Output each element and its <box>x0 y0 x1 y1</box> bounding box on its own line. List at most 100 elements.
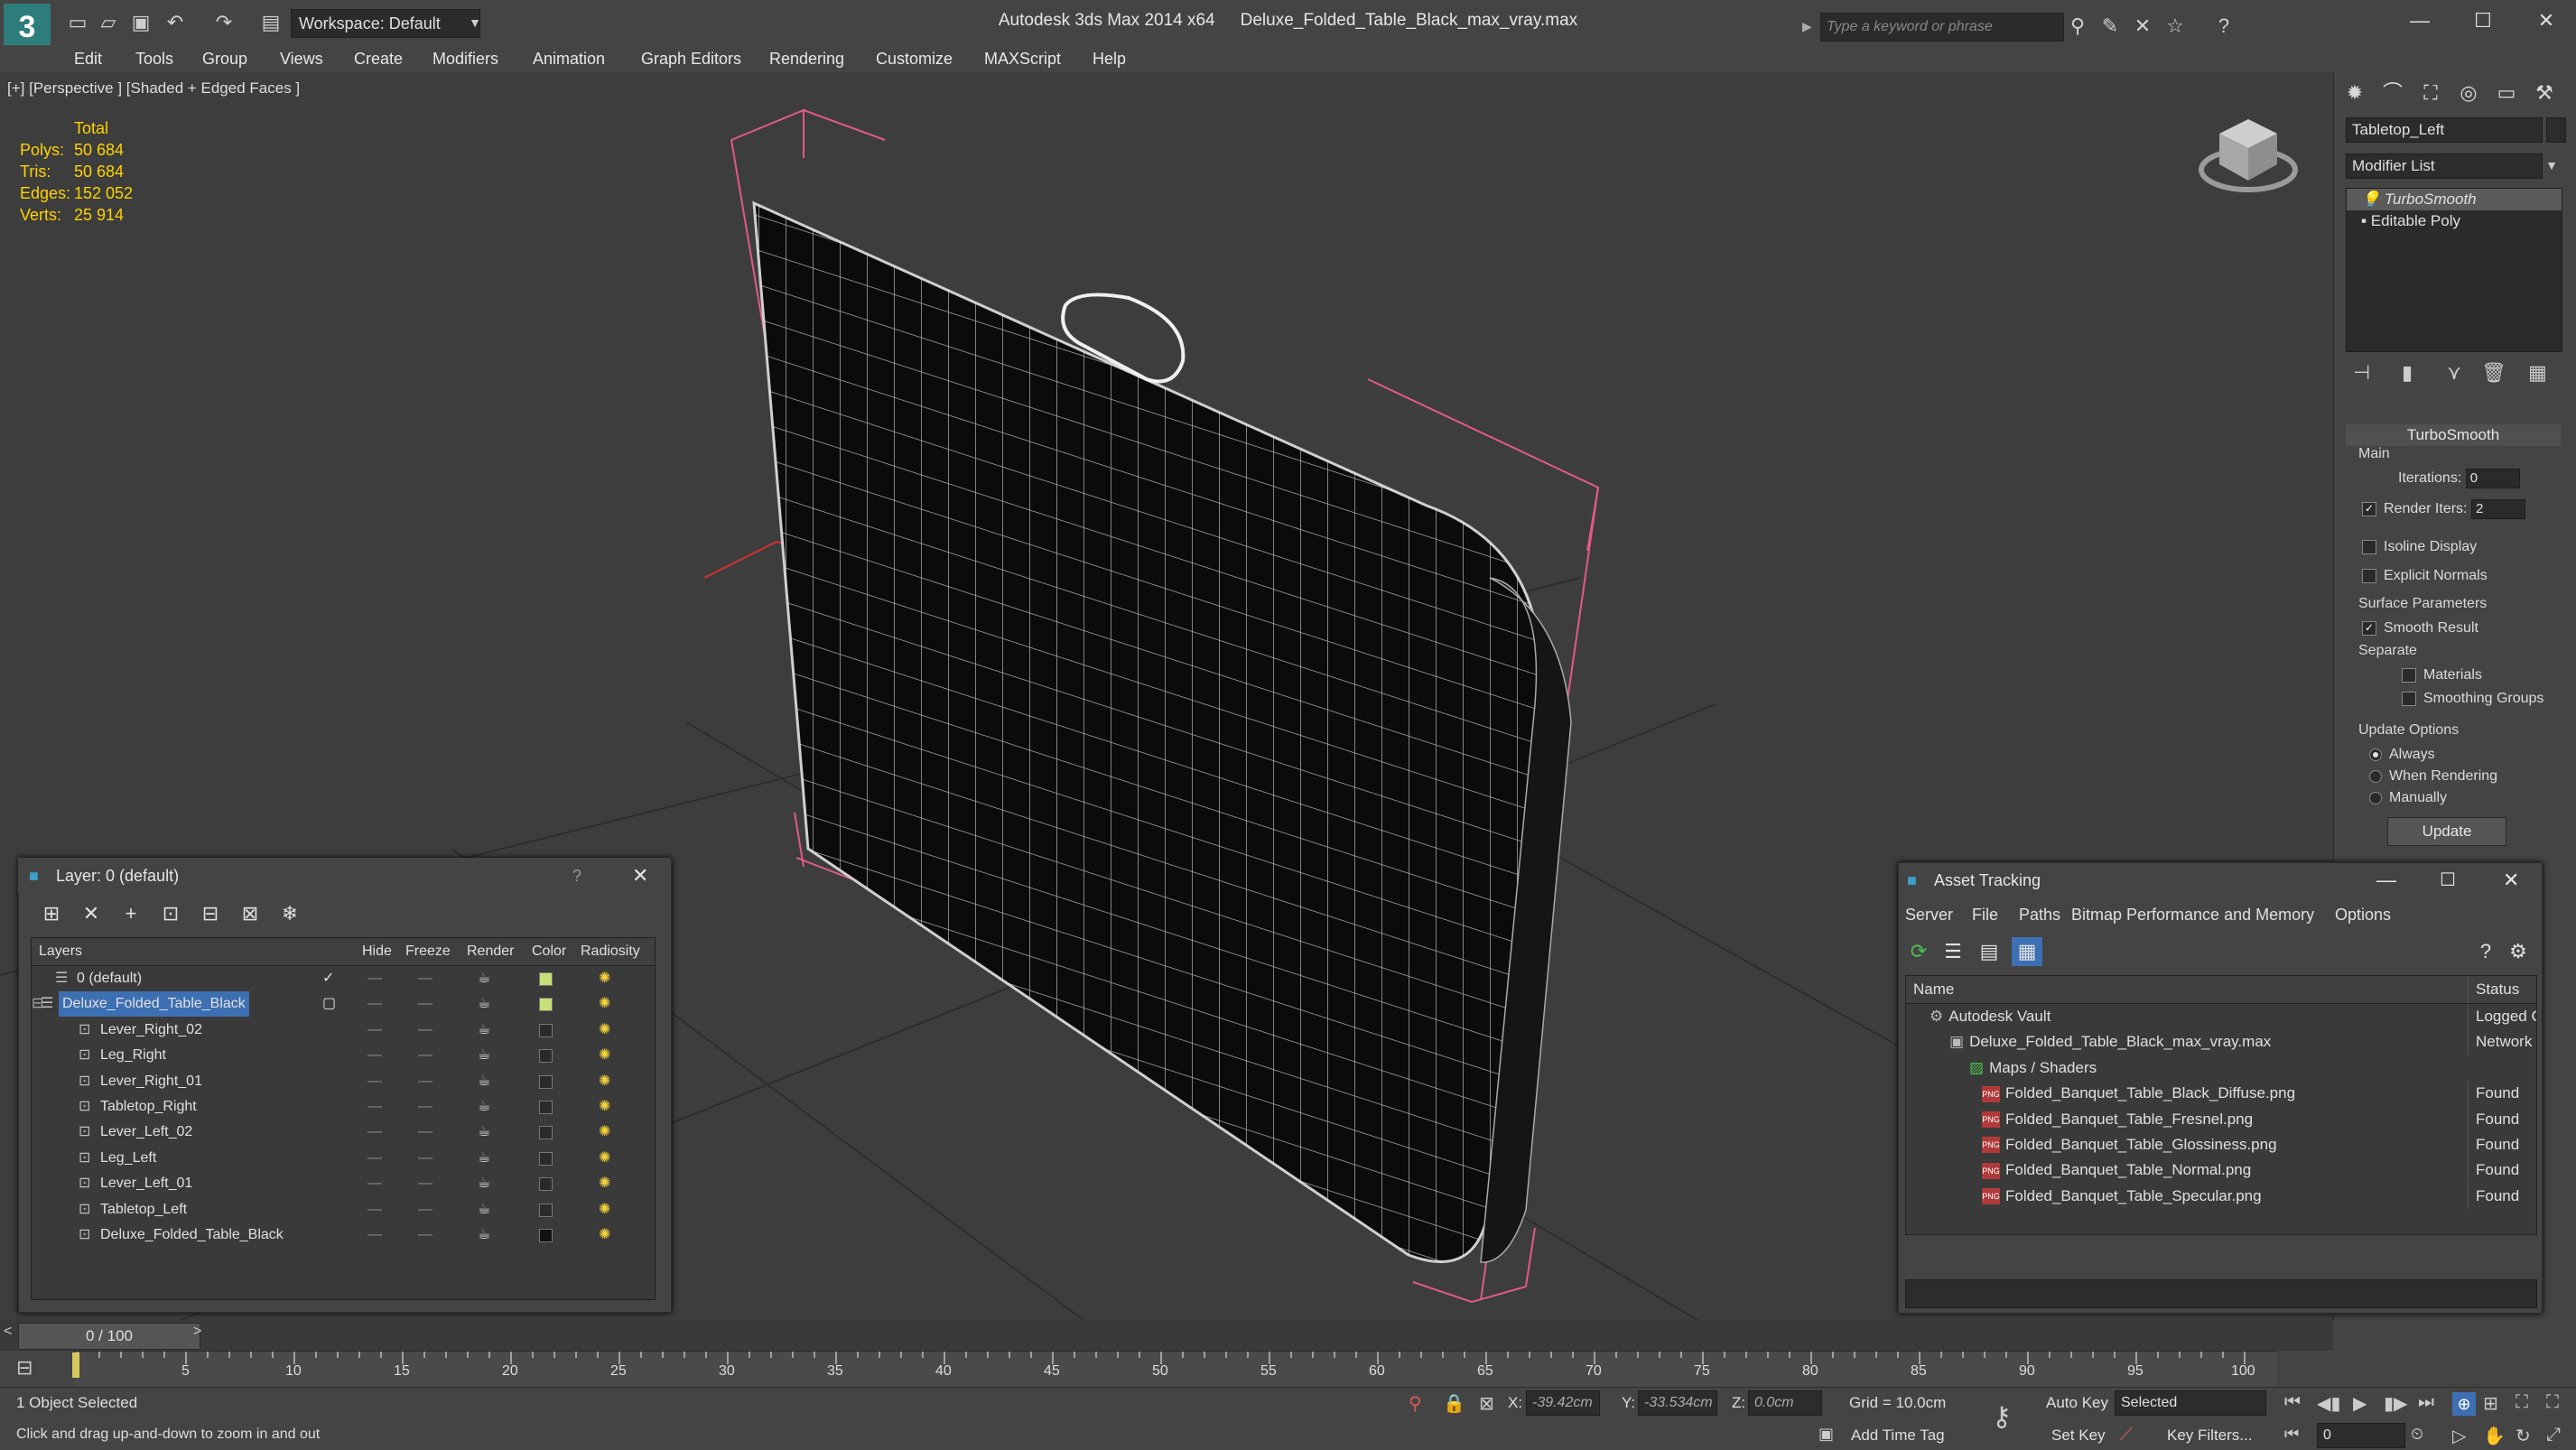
asset-row[interactable]: PNG Folded_Banquet_Table_Glossiness.png Fo… <box>1906 1131 2536 1157</box>
open-file-icon[interactable]: ▱ <box>96 11 121 34</box>
orbit-icon[interactable]: ↻ <box>2516 1425 2531 1447</box>
col-radiosity[interactable]: Radiosity <box>581 938 640 965</box>
update-when-rendering-radio[interactable]: When Rendering <box>2369 766 2497 787</box>
update-always-radio[interactable]: Always <box>2369 744 2435 766</box>
minimize-icon[interactable]: — <box>2393 4 2447 38</box>
render-teapot-icon[interactable]: ☕ <box>478 991 490 1017</box>
iterations-spinner[interactable]: 0 <box>2465 468 2520 488</box>
communication-icon[interactable]: ✕ <box>2129 13 2156 40</box>
col-layers[interactable]: Layers <box>39 938 82 965</box>
help-icon[interactable]: ? <box>2210 13 2237 40</box>
layer-row[interactable]: ☰ 0 (default) ✓ — — ☕ ✺ <box>32 966 655 991</box>
display-tab-icon[interactable]: ▭ <box>2490 78 2523 108</box>
undo-icon[interactable]: ↶ <box>163 11 188 34</box>
absolute-mode-icon[interactable]: ⊠ <box>1479 1392 1494 1415</box>
freeze-toggle[interactable]: — <box>418 1018 432 1043</box>
save-icon[interactable]: ▣ <box>128 11 153 34</box>
freeze-toggle[interactable]: — <box>418 1222 432 1248</box>
maximize-icon[interactable]: ☐ <box>2456 4 2510 38</box>
layer-name[interactable]: Deluxe_Folded_Table_Black <box>97 1222 287 1248</box>
modifier-list-dropdown[interactable]: Modifier List <box>2346 153 2543 179</box>
time-tag-icon[interactable]: ▣ <box>1818 1425 1834 1444</box>
isoline-display-checkbox[interactable]: Isoline Display <box>2362 536 2477 558</box>
asset-row[interactable]: PNG Folded_Banquet_Table_Specular.png Foun… <box>1906 1183 2536 1209</box>
list-view-icon[interactable]: ☰ <box>1938 937 1968 966</box>
radiosity-bulb-icon[interactable]: ✺ <box>599 1120 610 1145</box>
create-tab-icon[interactable]: ✹ <box>2339 78 2371 108</box>
hide-toggle[interactable]: — <box>367 1069 382 1094</box>
asset-row[interactable]: ▨ Maps / Shaders <box>1906 1055 2536 1081</box>
render-teapot-icon[interactable]: ☕ <box>478 1120 490 1145</box>
pin-stack-icon[interactable]: ⊣ <box>2353 361 2370 385</box>
configure-sets-icon[interactable]: ▦ <box>2528 361 2547 385</box>
menu-rendering[interactable]: Rendering <box>769 45 844 72</box>
motion-tab-icon[interactable]: ◎ <box>2452 78 2485 108</box>
asset-menu-server[interactable]: Server <box>1905 901 1953 928</box>
refresh-icon[interactable]: ⟳ <box>1903 937 1934 966</box>
radiosity-bulb-icon[interactable]: ✺ <box>599 1094 610 1120</box>
asset-name[interactable]: Autodesk Vault <box>1948 1008 2051 1025</box>
asset-dialog-titlebar[interactable]: ■ Asset Tracking — ☐ ✕ <box>1898 862 2541 898</box>
set-active-icon[interactable]: ▢ <box>322 991 336 1017</box>
maximize-icon[interactable]: ☐ <box>2440 862 2456 898</box>
freeze-toggle[interactable]: — <box>418 1171 432 1196</box>
x-coordinate-field[interactable]: -39.42cm <box>1526 1390 1600 1416</box>
render-teapot-icon[interactable]: ☕ <box>478 1069 490 1094</box>
radiosity-bulb-icon[interactable]: ✺ <box>599 1171 610 1196</box>
close-icon[interactable]: ✕ <box>2519 4 2573 38</box>
asset-row[interactable]: PNG Folded_Banquet_Table_Black_Diffuse.pn… <box>1906 1081 2536 1107</box>
key-icon[interactable]: ⚷ <box>1992 1401 2012 1433</box>
hide-toggle[interactable]: — <box>367 1197 382 1222</box>
col-render[interactable]: Render <box>467 938 514 965</box>
next-key-icon[interactable]: ▮▶ <box>2384 1392 2407 1415</box>
col-hide[interactable]: Hide <box>362 938 392 965</box>
hide-toggle[interactable]: — <box>367 966 382 991</box>
radiosity-bulb-icon[interactable]: ✺ <box>599 1222 610 1248</box>
set-key-button[interactable]: Set Key <box>2051 1427 2106 1445</box>
asset-name[interactable]: Folded_Banquet_Table_Glossiness.png <box>2005 1136 2277 1153</box>
asset-name[interactable]: Folded_Banquet_Table_Fresnel.png <box>2005 1111 2253 1128</box>
bulb-icon[interactable]: 💡 <box>2361 191 2380 208</box>
hide-toggle[interactable]: — <box>367 1018 382 1043</box>
tree-view-icon[interactable]: ▤ <box>1974 937 2004 966</box>
asset-row[interactable]: PNG Folded_Banquet_Table_Fresnel.png Found <box>1906 1106 2536 1132</box>
goto-end-icon[interactable]: ⏭ <box>2418 1392 2434 1413</box>
zoom-icon[interactable]: ⊕ <box>2452 1392 2476 1416</box>
freeze-toggle[interactable]: — <box>418 1197 432 1222</box>
layer-row[interactable]: ⊡ Lever_Right_01 — — ☕ ✺ <box>32 1069 655 1094</box>
menu-animation[interactable]: Animation <box>533 45 605 72</box>
render-teapot-icon[interactable]: ☕ <box>478 1146 490 1171</box>
select-objects-icon[interactable]: ⊡ <box>155 899 186 928</box>
object-name-field[interactable]: Tabletop_Left <box>2346 117 2543 143</box>
asset-row[interactable]: ▣ Deluxe_Folded_Table_Black_max_vray.max N… <box>1906 1029 2536 1055</box>
make-unique-icon[interactable]: ⋎ <box>2447 361 2461 385</box>
radiosity-bulb-icon[interactable]: ✺ <box>599 1197 610 1222</box>
layer-row[interactable]: ⊡ Lever_Right_02 — — ☕ ✺ <box>32 1018 655 1043</box>
radiosity-bulb-icon[interactable]: ✺ <box>599 1069 610 1094</box>
col-freeze[interactable]: Freeze <box>405 938 451 965</box>
key-mode-dropdown[interactable]: Selected <box>2115 1390 2266 1416</box>
time-config-icon[interactable]: ⏲ <box>2411 1425 2423 1444</box>
goto-start-icon[interactable]: ⏮ <box>2284 1392 2301 1413</box>
render-iters-checkbox[interactable]: ✓ <box>2362 501 2376 516</box>
layer-row[interactable]: ⊡ Leg_Right — — ☕ ✺ <box>32 1043 655 1068</box>
asset-path-field[interactable] <box>1905 1279 2537 1308</box>
menu-tools[interactable]: Tools <box>135 45 173 72</box>
settings-icon[interactable]: ⚙ <box>2503 937 2534 966</box>
hide-all-icon[interactable]: ⊠ <box>235 899 265 928</box>
explicit-normals-checkbox[interactable]: Explicit Normals <box>2362 565 2488 587</box>
viewport-label[interactable]: [+] [Perspective ] [Shaded + Edged Faces… <box>7 79 300 98</box>
menu-create[interactable]: Create <box>354 45 403 72</box>
hierarchy-tab-icon[interactable]: ⛶ <box>2414 78 2447 108</box>
radiosity-bulb-icon[interactable]: ✺ <box>599 1146 610 1171</box>
search-input[interactable]: Type a keyword or phrase <box>1820 13 2064 42</box>
minimize-icon[interactable]: — <box>2376 862 2396 898</box>
new-file-icon[interactable]: ▭ <box>65 11 90 34</box>
remove-modifier-icon[interactable]: 🗑 <box>2481 361 2506 385</box>
project-folder-icon[interactable]: ▤ <box>258 11 284 34</box>
time-slider[interactable]: 0 / 100 <box>18 1323 200 1350</box>
materials-checkbox[interactable]: Materials <box>2402 665 2482 686</box>
hide-toggle[interactable]: — <box>367 1222 382 1248</box>
add-time-tag[interactable]: Add Time Tag <box>1851 1427 1945 1445</box>
layer-row[interactable]: ⊡ Lever_Left_02 — — ☕ ✺ <box>32 1120 655 1145</box>
